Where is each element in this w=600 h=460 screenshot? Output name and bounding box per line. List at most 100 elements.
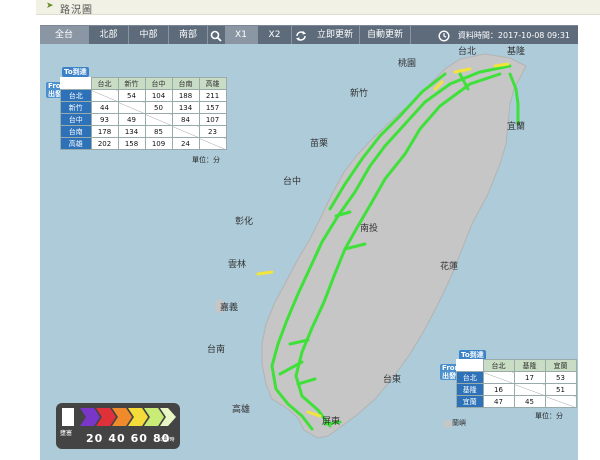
map-label-hualien: 花蓮 (440, 262, 459, 272)
col-header: 台中 (144, 77, 173, 90)
search-icon[interactable] (207, 26, 225, 45)
table-cell (144, 113, 173, 126)
table-row: 宜蘭 47 45 (456, 395, 577, 408)
table-row: 新竹 44 50 134 157 (60, 101, 227, 114)
table-cell (198, 137, 227, 150)
table-cell: 84 (171, 113, 200, 126)
map-label-taichung: 台中 (283, 177, 302, 187)
row-header: 台中 (60, 113, 92, 126)
legend-jam-label: 壅塞 (60, 430, 73, 437)
table-row: 台中 93 49 84 107 (60, 113, 227, 126)
clock-icon (435, 26, 453, 45)
col-header: 台北 (90, 77, 119, 90)
legend-speed: 40 (108, 432, 126, 445)
table-cell: 134 (171, 101, 200, 114)
map-label-yunlin: 雲林 (228, 260, 247, 270)
table-cell: 16 (482, 383, 515, 396)
auto-refresh-button[interactable]: 自動更新 (360, 26, 411, 45)
table-cell: 45 (513, 395, 546, 408)
table-cell: 47 (482, 395, 515, 408)
map-label-taoyuan: 桃園 (398, 59, 417, 69)
map-label-changhua: 彰化 (235, 217, 254, 227)
tab-north[interactable]: 北部 (89, 26, 129, 45)
table-corner (60, 77, 91, 90)
zoom-x1-button[interactable]: X1 (225, 26, 258, 45)
east-table-unit: 單位：分 (535, 412, 563, 420)
table-cell: 178 (90, 125, 119, 138)
map-label-kaohsiung: 高雄 (232, 405, 251, 415)
table-cell: 157 (198, 101, 227, 114)
table-cell: 93 (90, 113, 119, 126)
refresh-icon[interactable] (292, 26, 310, 45)
table-cell: 85 (144, 125, 173, 138)
row-header: 台北 (60, 89, 92, 102)
table-cell (90, 89, 119, 102)
map-label-yilan: 宜蘭 (507, 122, 526, 132)
col-header: 台南 (171, 77, 200, 90)
map-label-lanyu: 蘭嶼 (452, 419, 466, 427)
tab-all-taiwan[interactable]: 全台 (40, 26, 89, 45)
table-cell (544, 395, 577, 408)
table-cell: 24 (171, 137, 200, 150)
map-label-chiayi: 嘉義 (220, 303, 239, 313)
table-cell: 107 (198, 113, 227, 126)
map-label-taitung: 台東 (383, 375, 402, 385)
map-toolbar: 全台 北部 中部 南部 X1 X2 立即更新 自動更新 資料時間：2017-10… (40, 25, 578, 45)
table-cell: 211 (198, 89, 227, 102)
jam-swatch (62, 408, 74, 426)
table-cell: 188 (171, 89, 200, 102)
west-to-label: To到達 (62, 67, 89, 77)
table-cell (171, 125, 200, 138)
data-timestamp: 資料時間：2017-10-08 09:31 (457, 31, 570, 40)
legend-unit: 公里/時 (158, 437, 175, 443)
west-travel-time-table: 台北 新竹 台中 台南 高雄 台北 54 104 188 211 新竹 44 5… (60, 77, 227, 150)
table-cell: 134 (117, 125, 146, 138)
col-header: 宜蘭 (544, 359, 577, 372)
table-cell: 158 (117, 137, 146, 150)
section-title: 路況圖 (60, 5, 93, 16)
legend-speed: 20 (86, 432, 104, 445)
west-table-unit: 單位：分 (192, 156, 220, 164)
map-label-nantou: 南投 (360, 224, 379, 234)
table-row: 高雄 202 158 109 24 (60, 137, 227, 150)
table-corner (456, 359, 483, 372)
table-row: 台南 178 134 85 23 (60, 125, 227, 138)
row-header: 高雄 (60, 137, 92, 150)
row-header: 新竹 (60, 101, 92, 114)
row-header: 基隆 (456, 383, 484, 396)
map-label-keelung: 基隆 (507, 47, 526, 57)
map-label-pingtung: 屏東 (322, 417, 341, 427)
table-cell: 23 (198, 125, 227, 138)
east-travel-time-table: 台北 基隆 宜蘭 台北 17 53 基隆 16 51 宜蘭 47 45 (456, 359, 577, 408)
tab-central[interactable]: 中部 (129, 26, 169, 45)
table-row: 台北 17 53 (456, 371, 577, 384)
table-row: 台北 54 104 188 211 (60, 89, 227, 102)
table-cell (117, 101, 146, 114)
col-header: 新竹 (117, 77, 146, 90)
table-cell: 50 (144, 101, 173, 114)
col-header: 高雄 (198, 77, 227, 90)
slow-segment-yunlin (256, 270, 274, 276)
table-cell: 49 (117, 113, 146, 126)
tab-south[interactable]: 南部 (169, 26, 208, 45)
row-header: 台南 (60, 125, 92, 138)
table-cell: 44 (90, 101, 119, 114)
table-row: 基隆 16 51 (456, 383, 577, 396)
chevron-right-icon: ➤ (46, 1, 54, 11)
zoom-x2-button[interactable]: X2 (258, 26, 292, 45)
col-header: 台北 (482, 359, 515, 372)
row-header: 台北 (456, 371, 484, 384)
table-cell: 54 (117, 89, 146, 102)
table-cell: 51 (544, 383, 577, 396)
map-label-tainan: 台南 (207, 345, 226, 355)
table-cell: 53 (544, 371, 577, 384)
speed-swatch (80, 408, 100, 426)
refresh-now-button[interactable]: 立即更新 (311, 26, 360, 45)
map-label-hsinchu: 新竹 (350, 89, 369, 99)
right-border (584, 44, 594, 460)
legend-speed: 60 (130, 432, 148, 445)
table-cell (513, 383, 546, 396)
section-header: ➤ 路況圖 (36, 0, 600, 16)
table-cell: 17 (513, 371, 546, 384)
speed-legend: 壅塞 20 40 60 80 公里/時 (56, 403, 180, 449)
